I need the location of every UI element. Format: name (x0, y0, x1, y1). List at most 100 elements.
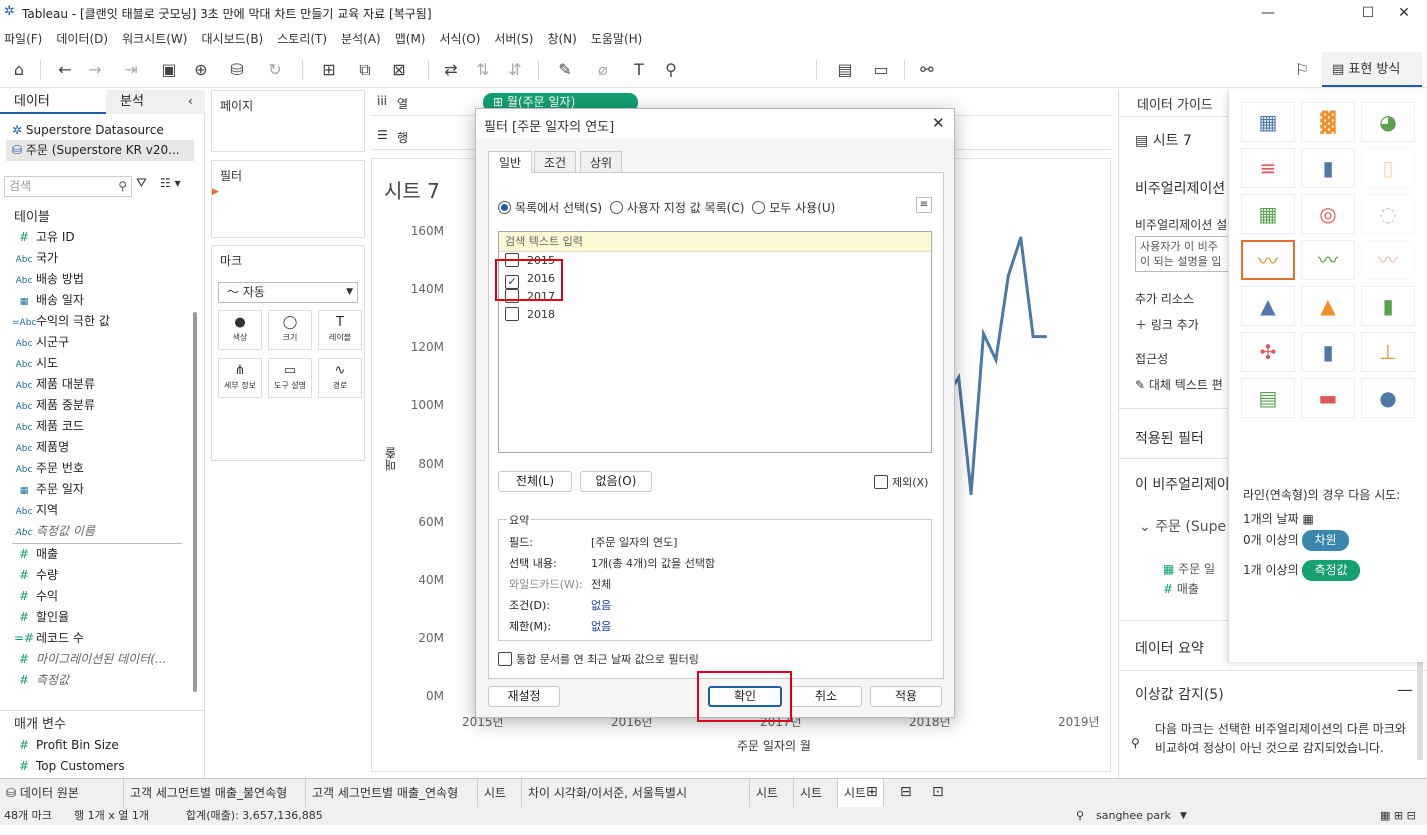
value-item[interactable]: 2018 (505, 306, 931, 324)
value-item[interactable]: 2017 (505, 288, 931, 306)
forward-icon[interactable]: ⇥ (116, 58, 146, 82)
field-item[interactable]: =# 레코드 수 (12, 628, 192, 649)
sort-desc-icon[interactable]: ⇵ (504, 58, 526, 82)
guide-datasource[interactable]: ⌄ 주문 (Supe (1139, 516, 1226, 536)
cancel-button[interactable]: 취소 (790, 686, 862, 707)
menu-item[interactable]: 대시보드(B) (201, 28, 263, 50)
chart-type-thumbnail[interactable]: ✣ (1241, 332, 1295, 372)
chart-type-thumbnail[interactable]: ▓ (1301, 102, 1355, 142)
field-item[interactable]: Abc 측정값 이름 (12, 521, 192, 542)
select-none-button[interactable]: 없음(O) (580, 471, 652, 492)
sheet-tab[interactable]: 차이 시각화/이서준, 서울특별시 (522, 779, 750, 807)
chart-type-thumbnail[interactable]: ◌ (1361, 194, 1415, 234)
menu-item[interactable]: 파일(F) (4, 28, 42, 50)
dialog-close-icon[interactable]: ✕ (932, 114, 945, 132)
tab-data[interactable]: 데이터 (0, 90, 106, 114)
data-point[interactable] (982, 332, 985, 336)
data-point[interactable] (969, 492, 973, 496)
menu-item[interactable]: 서버(S) (494, 28, 533, 50)
mark-button[interactable]: ∿ 경로 (318, 358, 362, 398)
dialog-tab[interactable]: 일반 (488, 151, 532, 173)
minimize-button[interactable]: — (1245, 0, 1291, 26)
data-point[interactable] (994, 358, 998, 362)
chart-type-thumbnail[interactable]: ◕ (1361, 102, 1415, 142)
mark-button[interactable]: T 레이블 (318, 310, 362, 350)
sheet-tab[interactable]: 시트 6 (794, 779, 838, 828)
chart-type-thumbnail[interactable]: ▮ (1301, 332, 1355, 372)
show-me-button[interactable]: ▤ 표현 방식 (1322, 52, 1422, 87)
chart-type-thumbnail[interactable]: ◎ (1301, 194, 1355, 234)
data-point[interactable] (1006, 274, 1010, 278)
pause-updates-icon[interactable]: ⛁ (222, 58, 252, 82)
mark-button[interactable]: ◯ 크기 (268, 310, 312, 350)
field-item[interactable]: ▦ 주문 일자 (12, 479, 192, 500)
collapse-icon[interactable]: — (1397, 680, 1413, 699)
menu-item[interactable]: 서식(O) (440, 28, 481, 50)
menu-item[interactable]: 창(N) (547, 28, 576, 50)
pages-card[interactable]: 페이지 (211, 90, 365, 152)
data-guide-icon[interactable]: ⚐ (1290, 58, 1314, 82)
duplicate-sheet-icon[interactable]: ⧉ (354, 58, 376, 82)
chart-type-thumbnail[interactable]: ▦ (1241, 194, 1295, 234)
field-item[interactable]: ▦ 배송 일자 (12, 290, 192, 311)
sheet-tab[interactable]: 시트 3 (478, 779, 522, 828)
sheet-tab[interactable]: 고객 세그먼트별 매출_불연속형 (124, 779, 306, 807)
status-user[interactable]: sanghee park (1096, 807, 1171, 825)
value-item[interactable]: 2015 (505, 252, 931, 270)
field-item[interactable]: Abc 주문 번호 (12, 458, 192, 479)
chart-type-thumbnail[interactable]: ▮ (1361, 286, 1415, 326)
field-item[interactable]: Abc 시도 (12, 353, 192, 374)
field-item[interactable]: Abc 지역 (12, 500, 192, 521)
field-item[interactable]: # Top Customers (12, 756, 192, 777)
data-point[interactable] (1031, 335, 1035, 339)
collapse-icon[interactable]: ‹ (188, 94, 193, 108)
filter-icon[interactable]: ⛛ (136, 176, 147, 191)
sheet-tab[interactable]: 고객 세그먼트별 매출_연속형 (306, 779, 478, 807)
share-icon[interactable]: ⚯ (916, 58, 938, 82)
swap-icon[interactable]: ⇄ (440, 58, 462, 82)
labels-icon[interactable]: T (628, 58, 650, 82)
tab-data-source[interactable]: ⛁ 데이터 원본 (0, 779, 124, 807)
value-item[interactable]: ✓ 2016 (505, 270, 931, 289)
redo-icon[interactable]: → (84, 58, 106, 82)
new-datasource-icon[interactable]: ⊕ (190, 58, 212, 82)
menu-item[interactable]: 분석(A) (341, 28, 381, 50)
clear-sheet-icon[interactable]: ⊠ (384, 58, 414, 82)
reset-button[interactable]: 재설정 (488, 686, 560, 707)
datasource-item-selected[interactable]: ⛁ 주문 (Superstore KR v20... (6, 140, 194, 161)
radio-select-list[interactable]: 목록에서 선택(S) (498, 201, 602, 215)
field-item[interactable]: # 고유 ID (12, 227, 192, 248)
home-icon[interactable]: ⌂ (8, 58, 30, 82)
presentation-icon[interactable]: ▭ (870, 58, 892, 82)
mark-button[interactable]: ● 색상 (218, 310, 262, 350)
chart-type-thumbnail[interactable]: ▦ (1241, 102, 1295, 142)
apply-button[interactable]: 적용 (870, 686, 942, 707)
context-filter-checkbox[interactable]: 통합 문서를 연 최근 날짜 값으로 필터링 (498, 651, 699, 667)
group-icon[interactable]: ⌀ (588, 58, 618, 82)
new-sheet-icon[interactable]: ⊞ (314, 58, 344, 82)
sort-asc-icon[interactable]: ⇅ (472, 58, 494, 82)
field-item[interactable]: Abc 제품 코드 (12, 416, 192, 437)
save-icon[interactable]: ▣ (158, 58, 180, 82)
field-item[interactable]: =Abc수익의 극한 값 (12, 311, 192, 332)
add-link-button[interactable]: ＋ 링크 추가 (1135, 316, 1199, 333)
data-point[interactable] (957, 375, 961, 379)
menu-item[interactable]: 스토리(T) (277, 28, 327, 50)
view-options-icon[interactable]: ☷ ▾ (160, 176, 181, 190)
menu-item[interactable]: 데이터(D) (56, 28, 108, 50)
highlight-icon[interactable]: ✎ (550, 58, 580, 82)
pin-icon[interactable]: ⚲ (660, 58, 682, 82)
new-dashboard-icon[interactable]: ⊟ (900, 784, 912, 800)
mark-button[interactable]: ⋔ 세부 정보 (218, 358, 262, 398)
undo-icon[interactable]: ← (54, 58, 76, 82)
new-worksheet-icon[interactable]: ⊞ (866, 784, 878, 800)
mark-type-select[interactable]: 〜 자동 ▼ (218, 282, 358, 303)
filters-card[interactable]: 필터 ▶ (211, 160, 365, 238)
datasource-item[interactable]: ✲ Superstore Datasource (12, 120, 202, 141)
chart-type-thumbnail[interactable]: ▮ (1301, 148, 1355, 188)
chart-type-thumbnail[interactable]: ▤ (1241, 378, 1295, 418)
new-story-icon[interactable]: ⊡ (932, 784, 944, 800)
exclude-checkbox[interactable]: 제외(X) (874, 474, 928, 490)
dialog-tab[interactable]: 상위 (580, 151, 622, 173)
dialog-tab[interactable]: 조건 (534, 151, 576, 173)
